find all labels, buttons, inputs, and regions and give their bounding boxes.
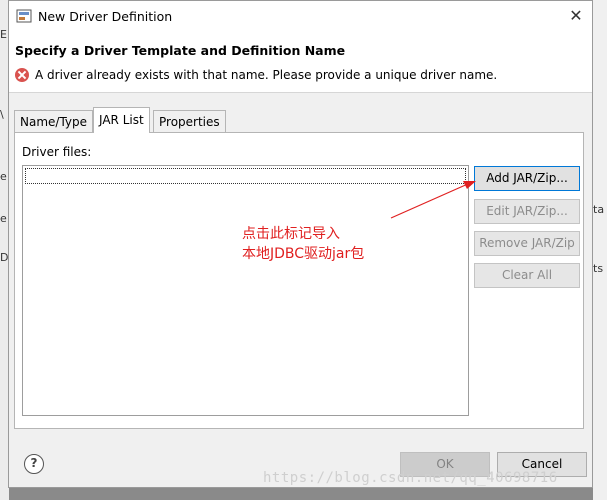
annotation-line-2: 本地JDBC驱动jar包: [242, 246, 365, 262]
tab-jar-list[interactable]: JAR List: [93, 107, 150, 133]
annotation-line-1: 点击此标记导入: [242, 226, 340, 242]
watermark: https://blog.csdn.net/qq_40698716: [263, 470, 558, 486]
annotation-text: 点击此标记导入 本地JDBC驱动jar包: [242, 224, 364, 264]
